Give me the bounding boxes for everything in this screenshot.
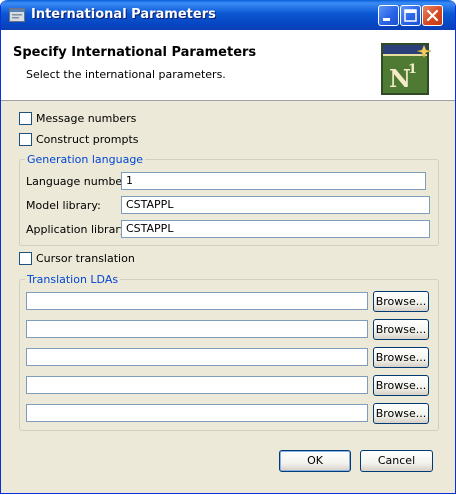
maximize-button[interactable] [400, 5, 421, 26]
translation-lda-input-4[interactable] [26, 376, 368, 394]
checkbox-box[interactable] [19, 252, 32, 265]
app-window-icon [9, 8, 25, 22]
translation-ldas-label: Translation LDAs [25, 273, 121, 286]
translation-lda-input-1[interactable] [26, 292, 368, 310]
cursor-translation-label: Cursor translation [36, 252, 135, 265]
cursor-translation-checkbox[interactable]: Cursor translation [19, 252, 135, 265]
page-subtitle: Select the international parameters. [26, 68, 226, 81]
logo-superscript: 1 [408, 62, 417, 77]
window-title: International Parameters [31, 7, 216, 22]
dialog-window: International Parameters Specify Interna… [0, 0, 456, 494]
translation-lda-input-5[interactable] [26, 404, 368, 422]
message-numbers-label: Message numbers [36, 112, 137, 125]
minimize-button[interactable] [378, 5, 399, 26]
translation-lda-input-2[interactable] [26, 320, 368, 338]
model-library-input[interactable]: CSTAPPL [121, 196, 430, 214]
browse-button-4[interactable]: Browse... [373, 375, 429, 396]
translation-lda-input-3[interactable] [26, 348, 368, 366]
page-title: Specify International Parameters [13, 45, 257, 60]
cancel-button[interactable]: Cancel [360, 450, 433, 472]
browse-button-2[interactable]: Browse... [373, 319, 429, 340]
close-icon [426, 9, 439, 22]
checkbox-box[interactable] [19, 112, 32, 125]
model-library-label: Model library: [26, 199, 101, 212]
browse-button-5[interactable]: Browse... [373, 403, 429, 424]
language-number-label: Language number: [26, 175, 131, 188]
application-library-input[interactable]: CSTAPPL [121, 220, 430, 238]
ok-button[interactable]: OK [279, 450, 351, 472]
title-bar[interactable]: International Parameters [1, 0, 455, 30]
application-library-label: Application library: [26, 223, 130, 236]
browse-button-3[interactable]: Browse... [373, 347, 429, 368]
minimize-icon [383, 18, 390, 21]
natural-n1-logo: N 1 [381, 43, 431, 95]
language-number-input[interactable]: 1 [121, 172, 426, 190]
message-numbers-checkbox[interactable]: Message numbers [19, 112, 136, 125]
generation-language-label: Generation language [25, 153, 146, 166]
browse-button-1[interactable]: Browse... [373, 291, 429, 312]
maximize-icon [404, 9, 417, 22]
construct-prompts-label: Construct prompts [36, 133, 139, 146]
construct-prompts-checkbox[interactable]: Construct prompts [19, 133, 139, 146]
checkbox-box[interactable] [19, 133, 32, 146]
close-button[interactable] [422, 5, 443, 26]
